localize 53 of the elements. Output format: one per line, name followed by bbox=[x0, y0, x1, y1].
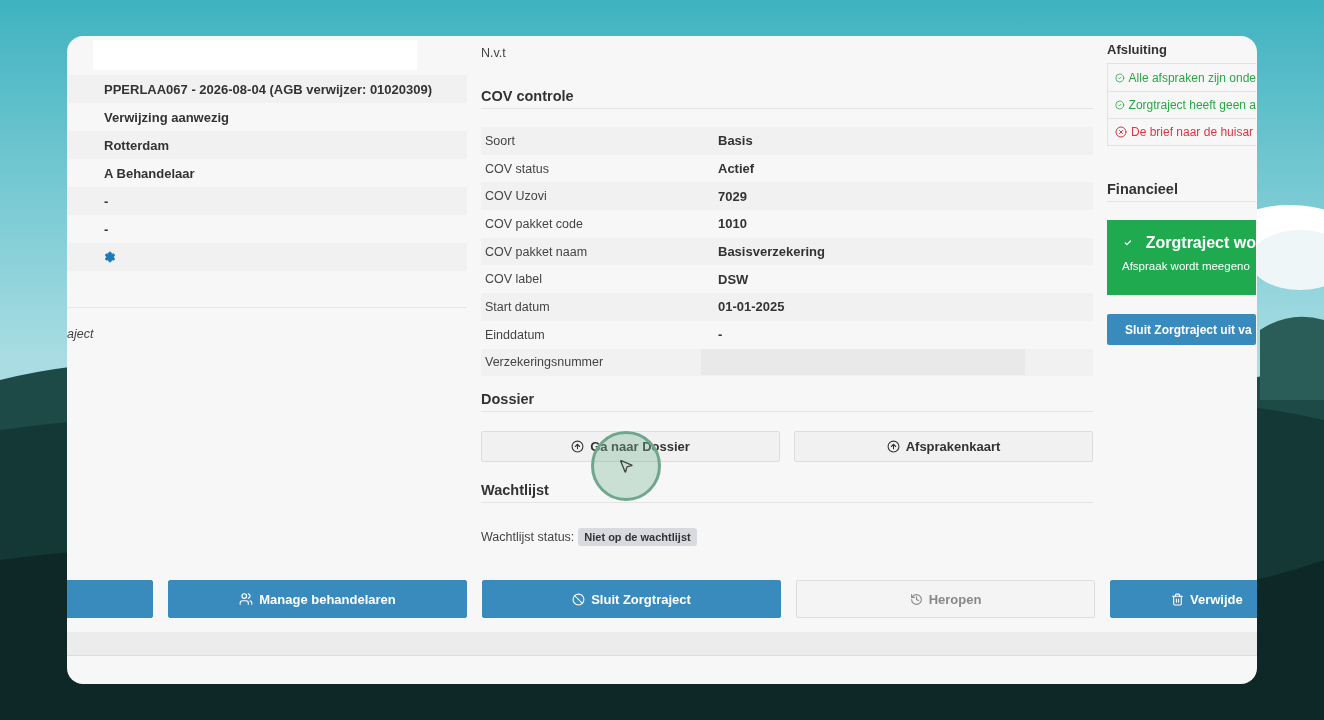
field-value: 7029 bbox=[718, 188, 748, 204]
users-icon bbox=[239, 592, 254, 606]
arrow-up-icon bbox=[886, 440, 900, 454]
detail-value: - bbox=[104, 193, 109, 209]
action-button[interactable]: Manage behandelaren bbox=[168, 580, 467, 618]
detail-value: - bbox=[104, 221, 109, 237]
field-value: Actief bbox=[718, 161, 756, 177]
trash-icon bbox=[1171, 592, 1184, 606]
section-heading: Afsluiting bbox=[1107, 42, 1168, 57]
check-icon bbox=[1115, 71, 1125, 84]
cursor-icon bbox=[618, 458, 634, 475]
status-label: Wachtlijst status: bbox=[481, 530, 575, 545]
field-label: Start datum bbox=[485, 299, 551, 314]
field-label: Einddatum bbox=[485, 327, 546, 342]
detail-value: A Behandelaar bbox=[104, 165, 195, 181]
status-badge: Niet op de wachtlijst bbox=[578, 528, 697, 547]
checklist-item: Alle afspraken zijn onde bbox=[1108, 64, 1256, 91]
field-label: Verzekeringsnummer bbox=[485, 355, 605, 370]
alert-text: Afspraak wordt meegeno bbox=[1122, 260, 1251, 272]
alert-title: Zorgtraject wo bbox=[1124, 234, 1256, 252]
check-icon bbox=[1115, 99, 1125, 111]
field-label: COV label bbox=[485, 272, 543, 287]
checklist-item: De brief naar de huisar bbox=[1108, 118, 1256, 145]
field-value: 01-01-2025 bbox=[718, 299, 786, 315]
field-value: 1010 bbox=[718, 216, 748, 232]
detail-value: PPERLAA067 - 2026-08-04 (AGB verwijzer: 01020309) bbox=[104, 81, 433, 97]
history-icon bbox=[909, 592, 923, 606]
info-text: N.v.t bbox=[481, 46, 507, 60]
field-value: Basisverzekering bbox=[718, 244, 826, 260]
field-value: Basis bbox=[718, 133, 754, 149]
field-value: DSW bbox=[718, 271, 750, 287]
arrow-up-icon bbox=[571, 440, 585, 454]
section-heading: Financieel bbox=[1107, 180, 1256, 202]
note-text: aject bbox=[67, 327, 95, 341]
section-heading: Dossier bbox=[481, 390, 1093, 413]
ban-icon bbox=[572, 592, 586, 606]
settings-icon[interactable] bbox=[104, 251, 116, 263]
exclude-button[interactable]: Sluit Zorgtraject uit va bbox=[1107, 314, 1256, 345]
section-heading: COV controle bbox=[481, 87, 1093, 109]
detail-value: Rotterdam bbox=[104, 137, 169, 153]
field-label: Soort bbox=[485, 133, 516, 148]
field-value: - bbox=[718, 327, 724, 343]
action-button[interactable]: Verwijde bbox=[1110, 580, 1257, 618]
error-icon bbox=[1115, 126, 1127, 138]
dossier-button[interactable]: Afsprakenkaart bbox=[794, 431, 1093, 463]
field-label: COV pakket code bbox=[485, 216, 584, 231]
field-label: COV pakket naam bbox=[485, 244, 589, 259]
section-heading: Wachtlijst bbox=[481, 481, 1093, 504]
detail-value: Verwijzing aanwezig bbox=[104, 109, 229, 125]
action-button[interactable]: Sluit Zorgtraject bbox=[482, 580, 781, 618]
field-label: COV status bbox=[485, 161, 550, 176]
field-label: COV Uzovi bbox=[485, 189, 548, 204]
checklist-item: Zorgtraject heeft geen a bbox=[1108, 91, 1256, 118]
